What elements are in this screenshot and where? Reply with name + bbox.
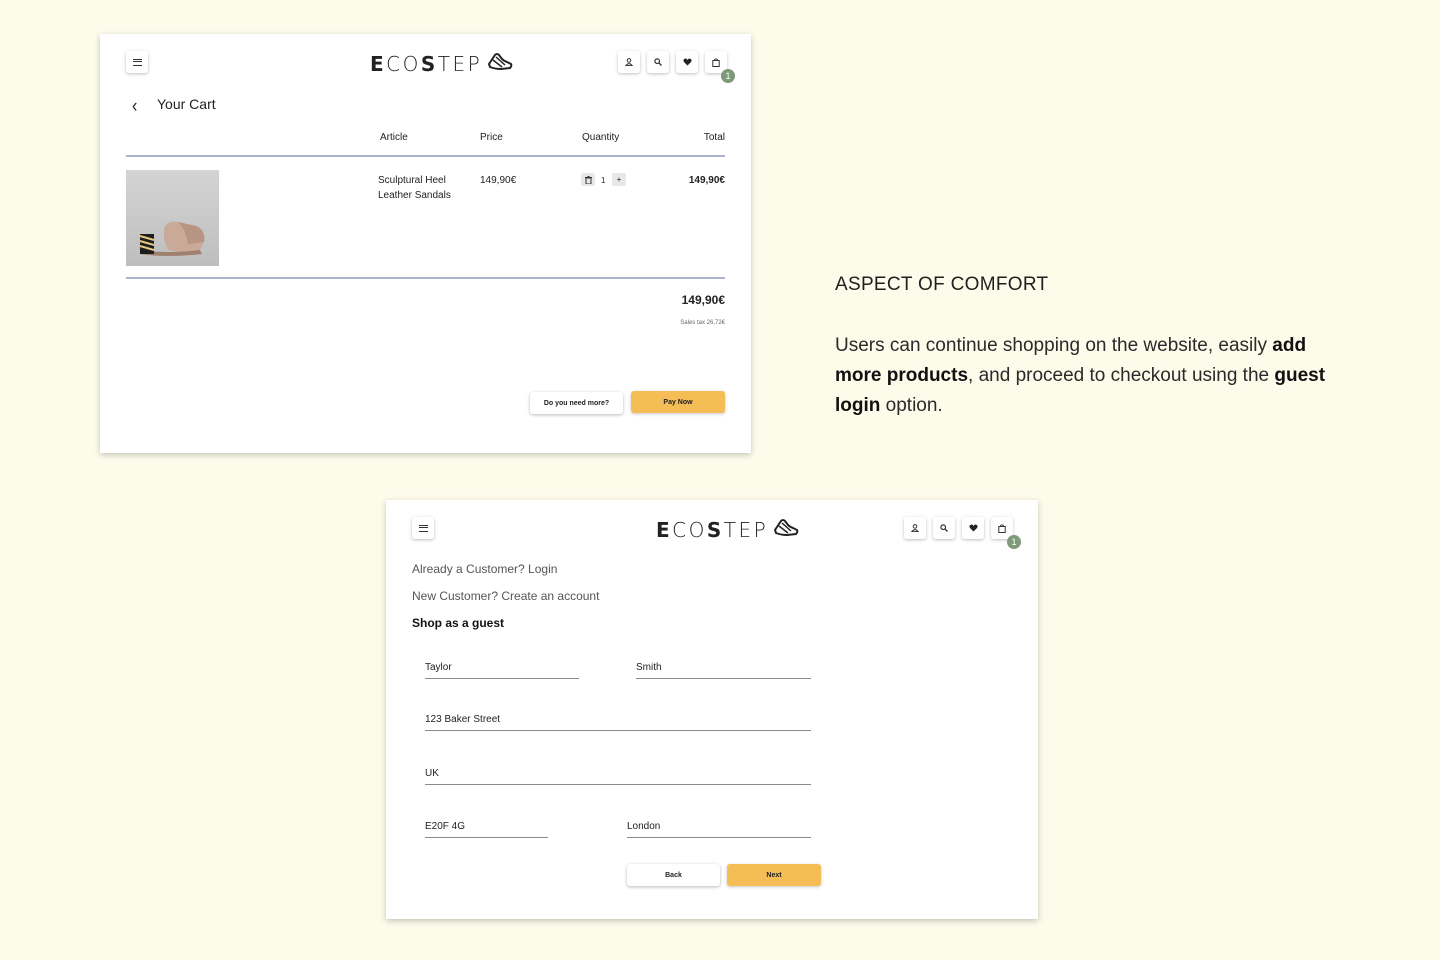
search-button[interactable] — [933, 517, 955, 539]
bag-icon — [998, 523, 1006, 533]
column-price: Price — [480, 132, 503, 143]
logo[interactable]: ECOSTEP — [656, 518, 799, 540]
divider — [126, 155, 725, 157]
cart-button[interactable]: 1 — [991, 517, 1021, 549]
product-price: 149,90€ — [480, 175, 517, 186]
column-total: Total — [703, 132, 725, 143]
logo[interactable]: ECOSTEP — [370, 52, 513, 74]
search-icon — [940, 524, 948, 532]
header-actions: 1 — [904, 517, 1021, 549]
cart-button[interactable]: 1 — [705, 51, 735, 83]
user-icon — [911, 524, 919, 532]
back-chevron-icon[interactable]: ‹ — [132, 96, 137, 118]
create-account-link[interactable]: New Customer? Create an account — [412, 589, 599, 603]
product-name[interactable]: Sculptural Heel Leather Sandals — [378, 173, 451, 203]
divider — [126, 277, 725, 279]
cart-title: Your Cart — [157, 96, 216, 112]
guest-section-title: Shop as a guest — [412, 616, 505, 630]
street-field[interactable]: 123 Baker Street — [425, 714, 811, 731]
back-button[interactable]: Back — [627, 864, 720, 886]
guest-checkout-screen: ECOSTEP 1 Already a Customer? Login New … — [386, 500, 1038, 919]
delete-item-button[interactable] — [581, 173, 595, 186]
cart-count-badge: 1 — [721, 69, 735, 83]
search-icon — [654, 58, 662, 66]
column-article: Article — [380, 132, 408, 143]
plus-icon: + — [616, 175, 622, 184]
logo-text: ECOSTEP — [370, 52, 483, 76]
pay-now-button[interactable]: Pay Now — [631, 391, 725, 413]
next-button[interactable]: Next — [727, 864, 821, 886]
postcode-field[interactable]: E20F 4G — [425, 821, 548, 838]
heart-icon — [968, 524, 978, 532]
wishlist-button[interactable] — [676, 51, 698, 73]
login-link[interactable]: Already a Customer? Login — [412, 562, 557, 576]
increase-quantity-button[interactable]: + — [612, 173, 626, 186]
country-field[interactable]: UK — [425, 768, 811, 785]
user-icon — [625, 58, 633, 66]
grand-total: 149,90€ — [681, 293, 725, 307]
account-button[interactable] — [618, 51, 640, 73]
last-name-field[interactable]: Smith — [636, 662, 811, 679]
menu-icon — [418, 524, 428, 532]
cart-screen: ECOSTEP 1 ‹ Your Cart Article Price Quan… — [100, 34, 751, 453]
city-field[interactable]: London — [627, 821, 811, 838]
wishlist-button[interactable] — [962, 517, 984, 539]
column-quantity: Quantity — [582, 132, 620, 143]
continue-shopping-button[interactable]: Do you need more? — [530, 392, 623, 414]
sales-tax: Sales tax 26,72€ — [680, 320, 725, 326]
section-heading: ASPECT OF COMFORT — [835, 274, 1049, 295]
search-button[interactable] — [647, 51, 669, 73]
section-description: Users can continue shopping on the websi… — [835, 335, 1326, 416]
header-actions: 1 — [618, 51, 735, 83]
shoe-logo-icon — [774, 519, 799, 537]
sandal-image — [139, 221, 205, 256]
logo-text: ECOSTEP — [656, 518, 769, 542]
account-button[interactable] — [904, 517, 926, 539]
trash-icon — [584, 175, 592, 184]
item-total: 149,90€ — [688, 175, 725, 186]
product-image[interactable] — [126, 170, 219, 266]
shoe-logo-icon — [488, 53, 513, 71]
heart-icon — [682, 58, 692, 66]
quantity-value: 1 — [601, 176, 606, 185]
first-name-field[interactable]: Taylor — [425, 662, 579, 679]
menu-button[interactable] — [126, 51, 148, 73]
menu-icon — [132, 58, 142, 66]
bag-icon — [712, 57, 720, 67]
cart-count-badge: 1 — [1007, 535, 1021, 549]
menu-button[interactable] — [412, 517, 434, 539]
